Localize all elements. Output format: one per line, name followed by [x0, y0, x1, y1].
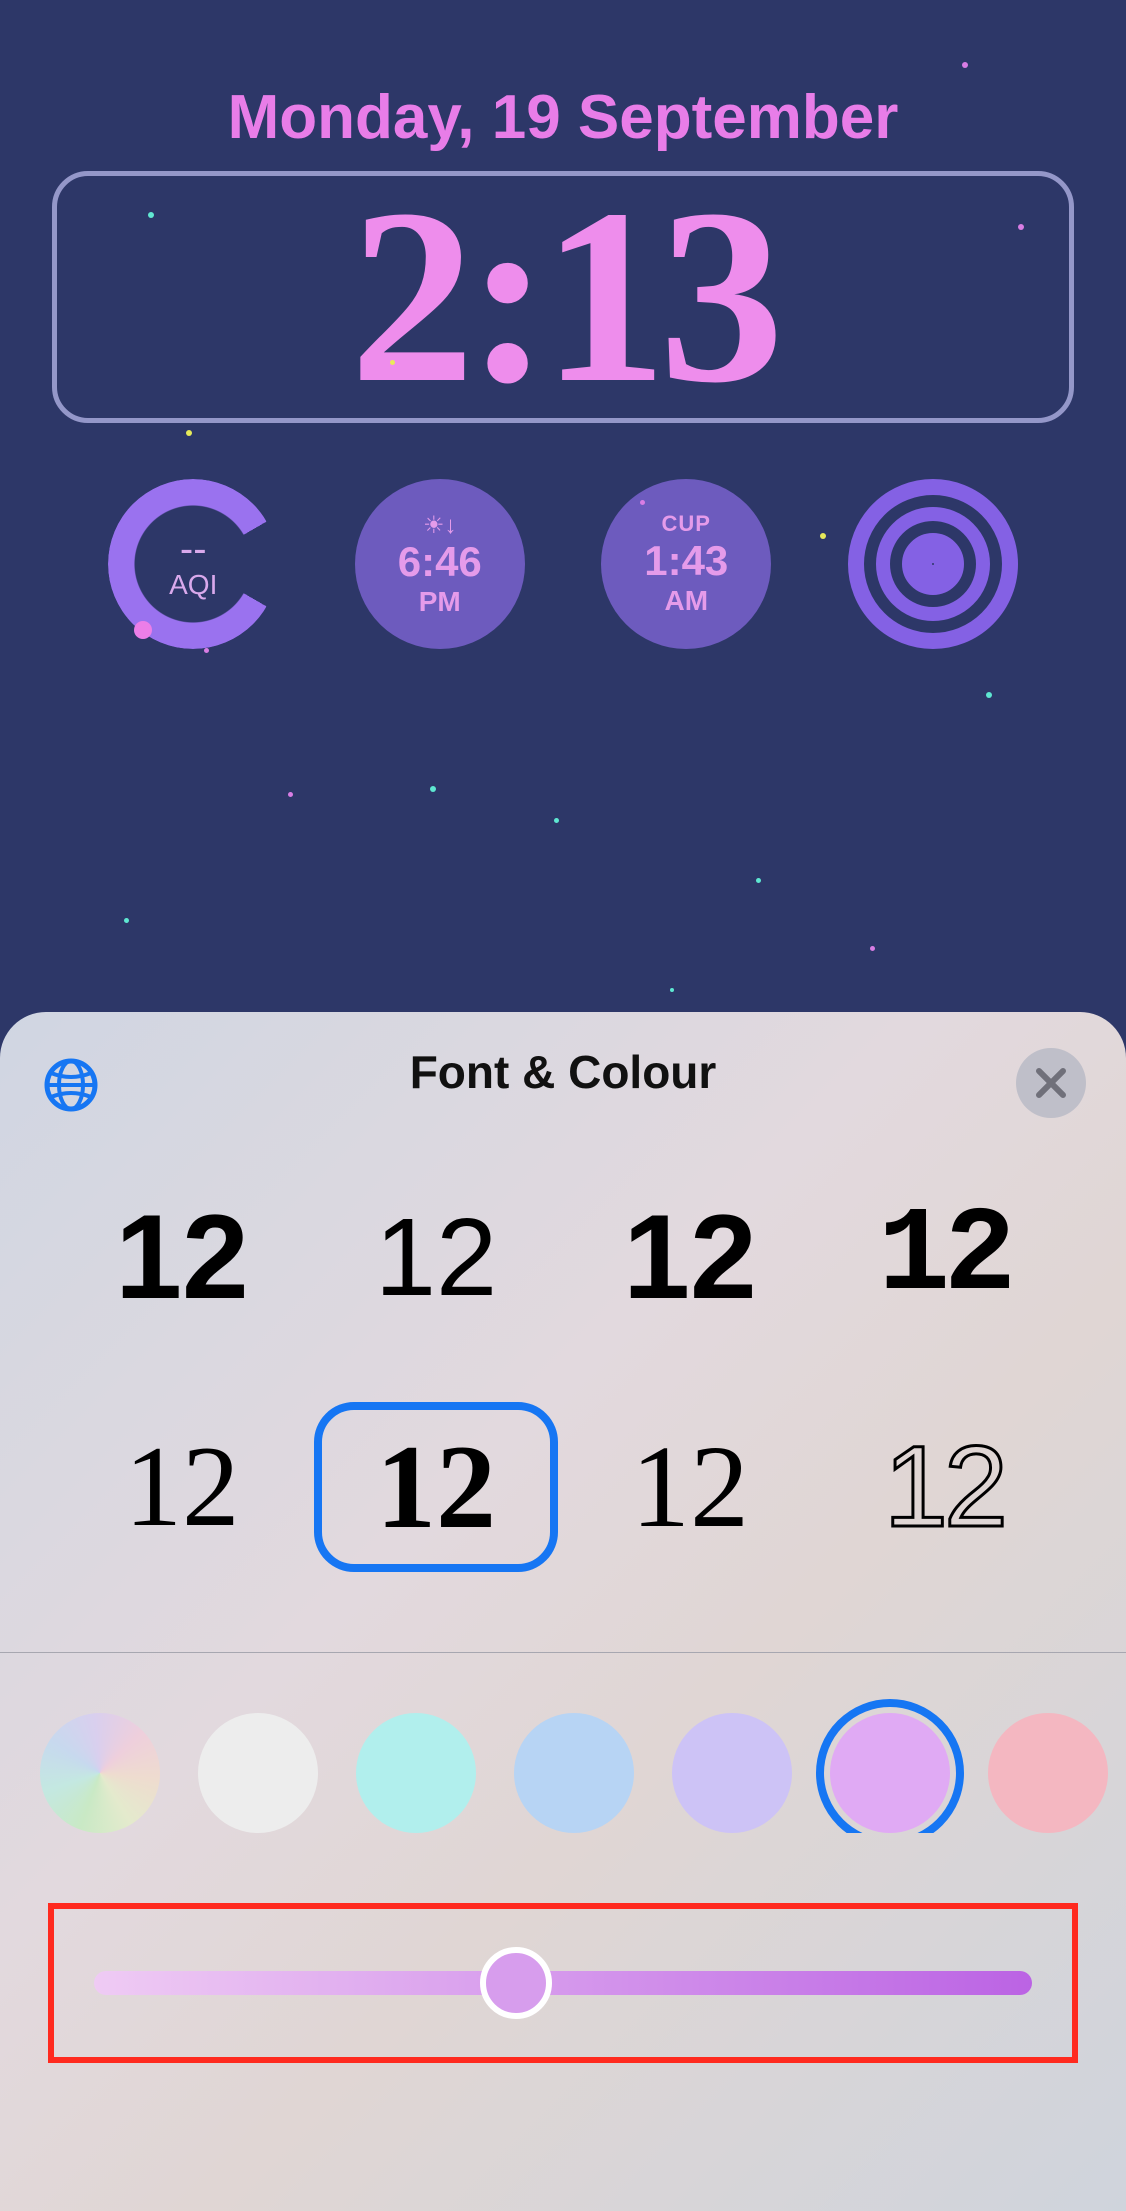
color-swatch-2[interactable]	[356, 1713, 476, 1833]
sunset-time: 6:46	[398, 538, 482, 586]
sunset-widget[interactable]: ☀︎↓ 6:46 PM	[355, 479, 525, 649]
worldclock-city: CUP	[662, 511, 711, 537]
color-swatch-6[interactable]	[988, 1713, 1108, 1833]
font-grid: 12 12 12 12 12 12 12 12	[0, 1132, 1126, 1642]
font-option-1[interactable]: 12	[60, 1172, 304, 1342]
font-option-2[interactable]: 12	[314, 1172, 558, 1342]
color-swatch-1[interactable]	[198, 1713, 318, 1833]
font-option-3[interactable]: 12	[568, 1172, 812, 1342]
font-option-6[interactable]: 12	[314, 1402, 558, 1572]
color-swatches	[0, 1653, 1126, 1833]
clock-time: 2:13	[350, 172, 776, 422]
worldclock-widget[interactable]: CUP 1:43 AM	[601, 479, 771, 649]
font-option-4[interactable]: 12	[822, 1172, 1066, 1342]
font-option-8[interactable]: 12	[822, 1402, 1066, 1572]
sunset-icon: ☀︎↓	[423, 511, 457, 540]
tint-slider-thumb[interactable]	[480, 1947, 552, 2019]
font-option-5[interactable]: 12	[60, 1402, 304, 1572]
sunset-period: PM	[419, 586, 461, 618]
font-colour-panel: Font & Colour 12 12 12 12 12 12 12 12	[0, 1012, 1126, 2211]
worldclock-time: 1:43	[644, 537, 728, 585]
worldclock-period: AM	[664, 585, 708, 617]
font-option-7[interactable]: 12	[568, 1402, 812, 1572]
globe-button[interactable]	[40, 1054, 102, 1116]
tint-slider[interactable]	[94, 1971, 1032, 1995]
widgets-row: -- AQI ☀︎↓ 6:46 PM CUP 1:43 AM	[70, 479, 1056, 649]
activity-rings-widget[interactable]	[848, 479, 1018, 649]
activity-ring-inner	[902, 533, 964, 595]
color-swatch-3[interactable]	[514, 1713, 634, 1833]
aqi-widget[interactable]: -- AQI	[108, 479, 278, 649]
clock-container[interactable]: 2:13	[52, 171, 1074, 423]
tint-slider-annotation-box	[48, 1903, 1078, 2063]
globe-icon	[43, 1057, 99, 1113]
color-swatch-4[interactable]	[672, 1713, 792, 1833]
color-swatch-5[interactable]	[830, 1713, 950, 1833]
close-button[interactable]	[1016, 1048, 1086, 1118]
date-text: Monday, 19 September	[0, 0, 1126, 153]
panel-title: Font & Colour	[410, 1045, 717, 1099]
color-swatch-0[interactable]	[40, 1713, 160, 1833]
close-icon	[1034, 1066, 1068, 1100]
gauge-icon	[108, 479, 278, 649]
